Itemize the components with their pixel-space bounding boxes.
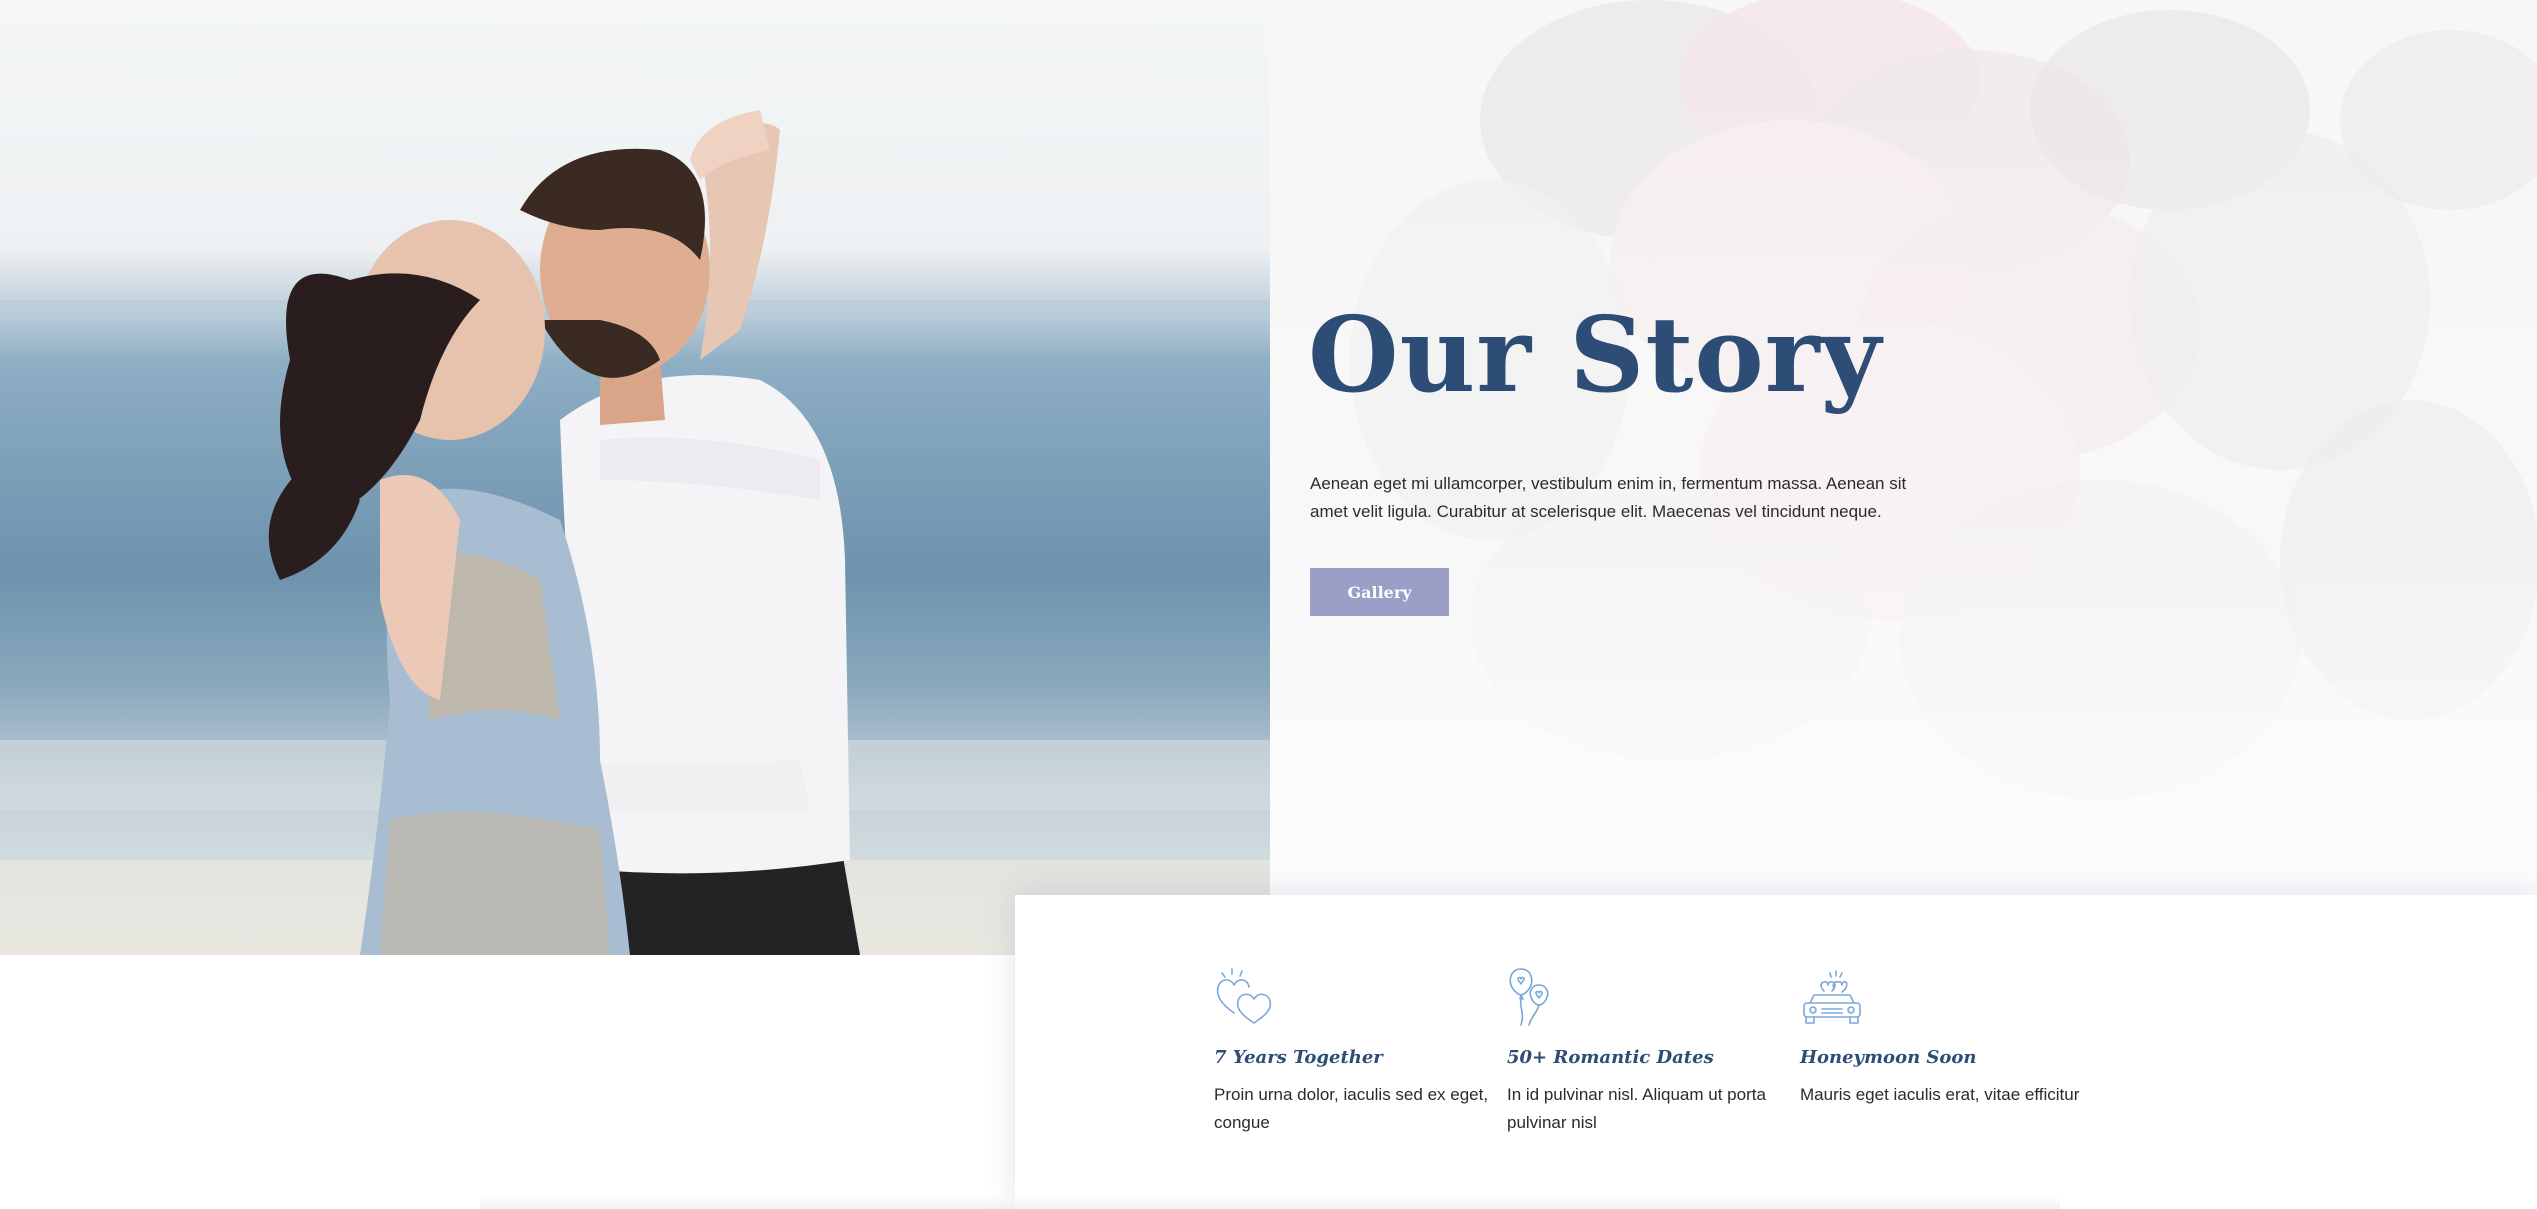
gallery-button[interactable]: Gallery: [1310, 568, 1449, 616]
feature-honeymoon-soon: Honeymoon Soon Mauris eget iaculis erat,…: [1800, 965, 2080, 1109]
feature-text: Proin urna dolor, iaculis sed ex eget, c…: [1214, 1085, 1489, 1132]
page-title: Our Story: [1308, 293, 1882, 416]
feature-title: 50+ Romantic Dates: [1507, 1047, 1714, 1068]
features-card: 7 Years Together Proin urna dolor, iacul…: [1015, 895, 2537, 1209]
feature-text: In id pulvinar nisl. Aliquam ut porta pu…: [1507, 1085, 1766, 1132]
couple-photo: [0, 0, 1270, 955]
floral-fade-overlay: [1270, 0, 2537, 895]
feature-text: Mauris eget iaculis erat, vitae efficitu…: [1800, 1085, 2080, 1104]
wedding-car-icon: [1800, 965, 1866, 1027]
floral-background: [1270, 0, 2537, 895]
hearts-icon: [1214, 965, 1280, 1027]
couple-photo-illustration: [0, 110, 1270, 955]
hero-description: Aenean eget mi ullamcorper, vestibulum e…: [1310, 474, 1907, 521]
section-divider-shadow: [480, 1196, 2060, 1209]
feature-romantic-dates: 50+ Romantic Dates In id pulvinar nisl. …: [1507, 965, 1787, 1137]
feature-title: Honeymoon Soon: [1800, 1047, 1977, 1068]
feature-title: 7 Years Together: [1214, 1047, 1383, 1068]
feature-years-together: 7 Years Together Proin urna dolor, iacul…: [1214, 965, 1494, 1137]
balloons-icon: [1507, 965, 1573, 1027]
